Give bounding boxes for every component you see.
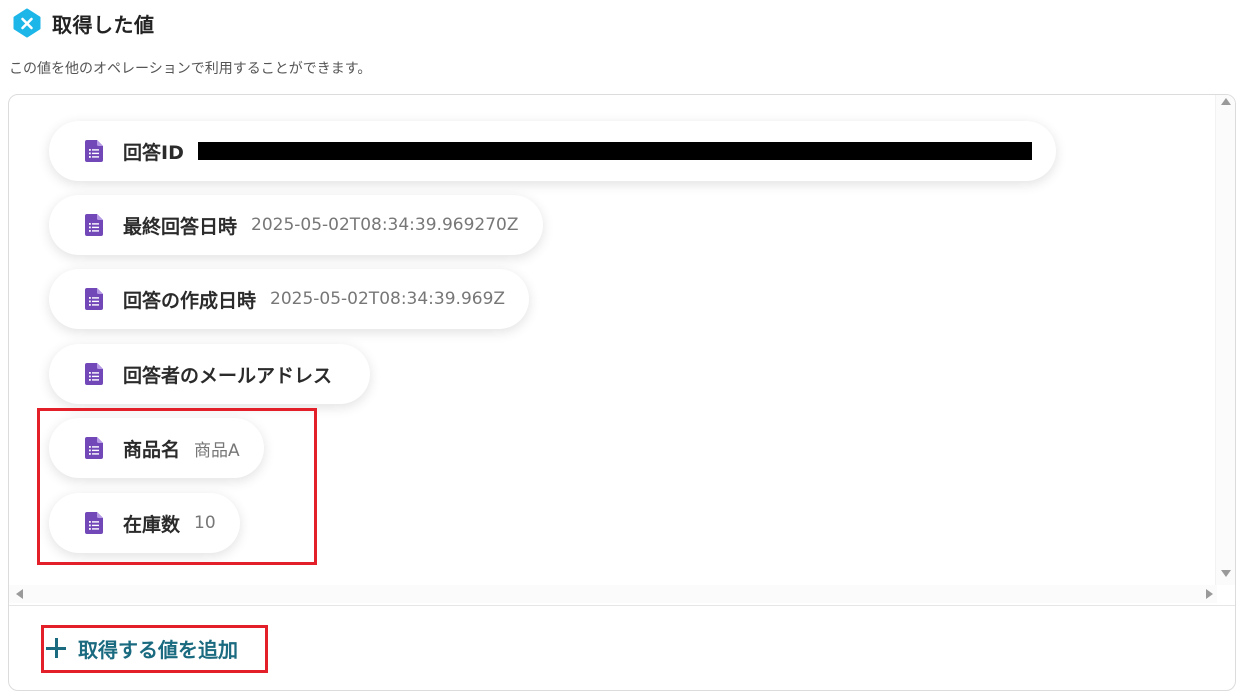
section-description: この値を他のオペレーションで利用することができます。	[9, 61, 372, 77]
field-respondent-email[interactable]: 回答者のメールアドレス	[49, 344, 371, 404]
scroll-right-arrow-icon[interactable]	[1206, 589, 1213, 599]
horizontal-scrollbar[interactable]	[9, 585, 1217, 603]
values-panel: 回答ID 最終回答日時 2025-05-02T08:34:39.969270Z	[8, 94, 1236, 691]
field-response-id[interactable]: 回答ID	[49, 121, 1056, 181]
google-forms-icon	[85, 363, 103, 385]
yoom-logo-icon	[13, 8, 41, 38]
field-created-time[interactable]: 回答の作成日時 2025-05-02T08:34:39.969Z	[49, 269, 530, 329]
field-label: 最終回答日時	[123, 215, 238, 238]
field-value: 2025-05-02T08:34:39.969270Z	[251, 215, 519, 235]
google-forms-icon	[85, 140, 103, 162]
scroll-up-arrow-icon[interactable]	[1221, 98, 1231, 105]
google-forms-icon	[85, 288, 103, 310]
google-forms-icon	[85, 214, 103, 236]
field-label: 回答の作成日時	[123, 289, 257, 312]
section-header: 取得した値	[12, 7, 155, 39]
field-label: 回答者のメールアドレス	[123, 364, 333, 387]
page-title: 取得した値	[52, 12, 155, 37]
highlight-annotation-fields	[37, 408, 317, 565]
scroll-left-arrow-icon[interactable]	[16, 589, 23, 599]
redacted-value	[197, 142, 1032, 160]
vertical-scrollbar[interactable]	[1215, 95, 1235, 585]
panel-divider	[9, 605, 1235, 606]
field-value: 2025-05-02T08:34:39.969Z	[270, 289, 506, 309]
highlight-annotation-add-button	[41, 625, 268, 673]
field-last-response-time[interactable]: 最終回答日時 2025-05-02T08:34:39.969270Z	[49, 195, 543, 255]
field-label: 回答ID	[123, 141, 184, 164]
scroll-down-arrow-icon[interactable]	[1221, 570, 1231, 577]
